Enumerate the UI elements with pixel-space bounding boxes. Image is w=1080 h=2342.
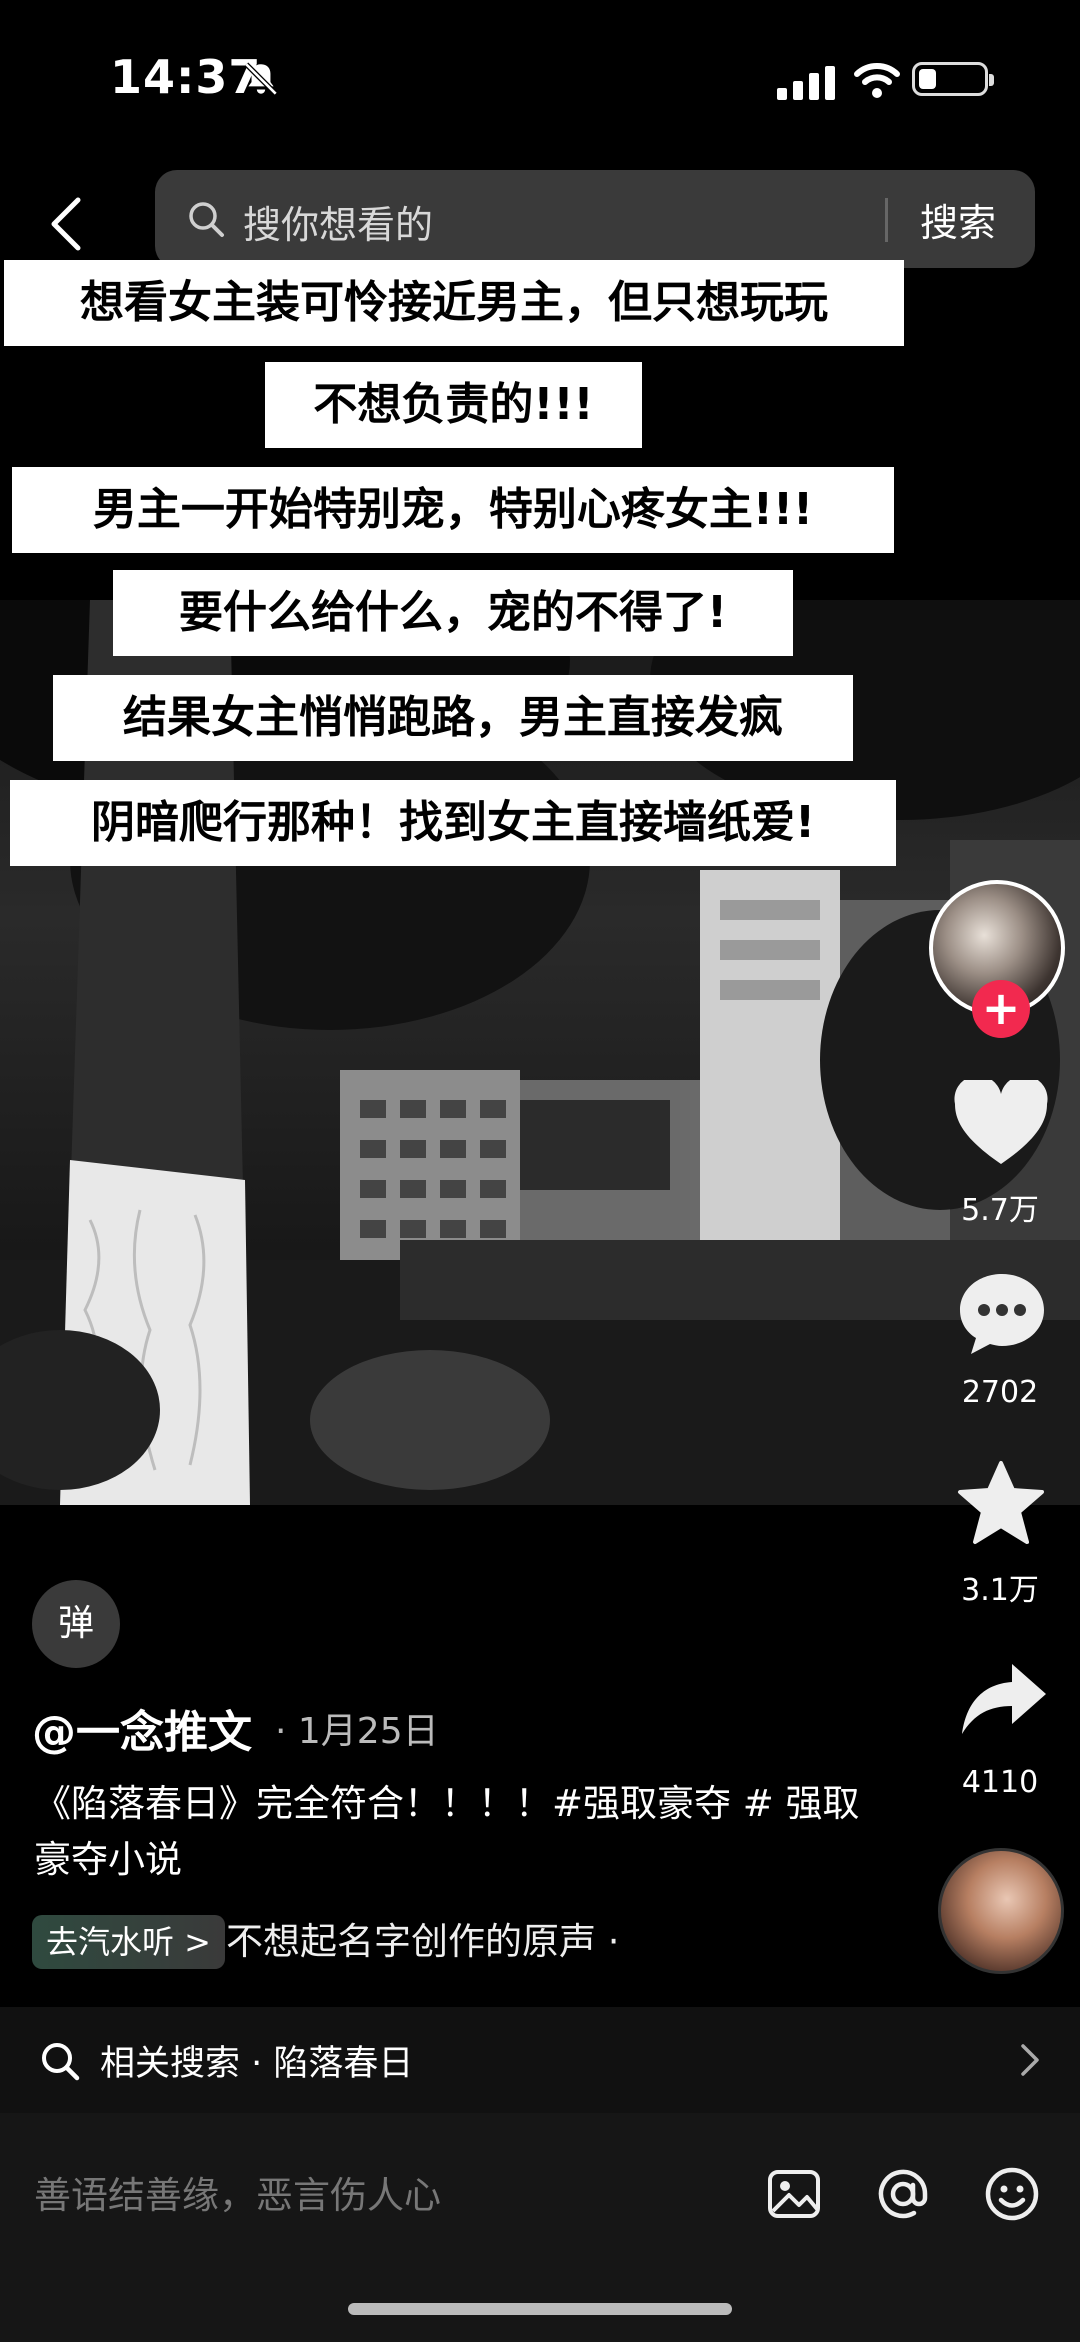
like-count: 5.7万 [961,1193,1039,1228]
favorite-count: 3.1万 [961,1573,1039,1608]
post-description[interactable]: 《陷落春日》完全符合！！！！#强取豪夺 # 强取豪夺小说 [34,1776,864,1888]
emoji-icon[interactable] [983,2165,1041,2223]
battery-icon [912,62,994,96]
caption-line: 不想负责的!!! [265,362,642,448]
search-divider [885,198,888,242]
caption-line: 要什么给什么，宠的不得了! [113,570,793,656]
search-button[interactable]: 搜索 [920,192,996,247]
cellular-signal-icon [777,66,835,100]
heart-icon[interactable] [953,1080,1049,1166]
home-indicator[interactable] [348,2303,732,2315]
post-date: · 1月25日 [275,1711,439,1752]
wifi-icon [854,63,900,98]
chevron-right-icon [1021,2044,1039,2076]
comment-icon[interactable] [957,1270,1047,1356]
listen-on-qishui-button[interactable]: 去汽水听 > [32,1915,225,1969]
related-search-text: 相关搜索 · 陷落春日 [100,2044,414,2084]
follow-plus-button[interactable]: + [972,980,1030,1038]
related-search-bar[interactable]: 相关搜索 · 陷落春日 [0,2007,1080,2113]
caption-line: 男主一开始特别宠，特别心疼女主!!! [12,467,894,553]
comment-input[interactable]: 善语结善缘，恶言伤人心 [34,2165,441,2219]
music-disc-avatar[interactable] [938,1848,1064,1974]
bell-off-icon [244,62,278,96]
search-icon [42,2043,80,2081]
star-icon[interactable] [957,1460,1045,1546]
comment-input-bar: 善语结善缘，恶言伤人心 [0,2113,1080,2342]
caption-line: 结果女主悄悄跑路，男主直接发疯 [53,675,853,761]
image-icon[interactable] [765,2165,823,2223]
share-arrow-icon[interactable] [960,1660,1048,1736]
search-input[interactable]: 搜你想看的 [243,194,433,249]
status-time: 14:37 [110,50,262,104]
audio-track-title[interactable]: 不想起名字创作的原声 · [226,1915,620,1969]
caption-line: 想看女主装可怜接近男主，但只想玩玩 [4,260,904,346]
comment-count: 2702 [961,1375,1039,1410]
share-count: 4110 [961,1765,1039,1800]
danmu-toggle-button[interactable]: 弹 [32,1580,120,1668]
author-name[interactable]: @一念推文 [32,1696,252,1760]
back-arrow-icon[interactable] [46,196,86,252]
search-bar[interactable]: 搜你想看的 搜索 [155,170,1035,268]
caption-line: 阴暗爬行那种！找到女主直接墙纸爱! [10,780,896,866]
search-icon [189,202,224,237]
at-mention-icon[interactable] [874,2165,932,2223]
